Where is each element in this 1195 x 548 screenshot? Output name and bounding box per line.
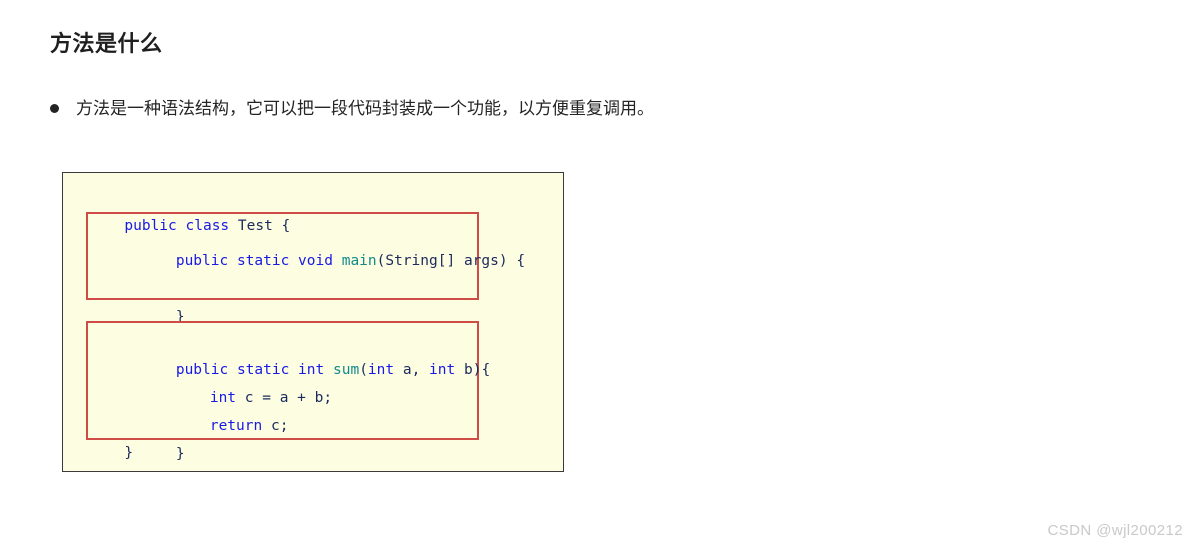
code-line-class-close: } [72,411,133,495]
code-token-keyword: int [367,362,395,378]
watermark-label: CSDN @wjl200212 [1047,522,1183,539]
highlight-box-sum-method: public static int sum(int a, int b){ int… [86,321,490,462]
code-block: public class Test { public static void m… [62,172,564,472]
page-title: 方法是什么 [50,31,163,56]
code-token-plain: } [175,446,185,462]
bullet-dot-icon [50,104,59,113]
code-token-plain: } [124,445,134,461]
code-token-plain: ( [359,362,368,378]
bullet-item-label: 方法是一种语法结构，它可以把一段代码封装成一个功能，以方便重复调用。 [76,99,654,118]
highlight-box-main-method: public static void main(String[] args) {… [86,212,525,325]
code-token-keyword: public static void [175,253,333,269]
code-token-plain: a, [394,362,430,378]
code-token-method-name: main [341,253,377,269]
code-token-keyword: int [429,362,456,378]
code-token-plain: (String[] args) { [376,253,526,269]
code-token-method-name: sum [332,362,360,378]
bullet-list-item: 方法是一种语法结构，它可以把一段代码封装成一个功能，以方便重复调用。 [50,96,654,122]
code-token-plain: c; [262,418,289,434]
code-token-keyword: return [209,418,263,434]
slide-page: 方法是什么 方法是一种语法结构，它可以把一段代码封装成一个功能，以方便重复调用。… [0,0,1195,548]
code-token-plain: b){ [455,362,491,378]
